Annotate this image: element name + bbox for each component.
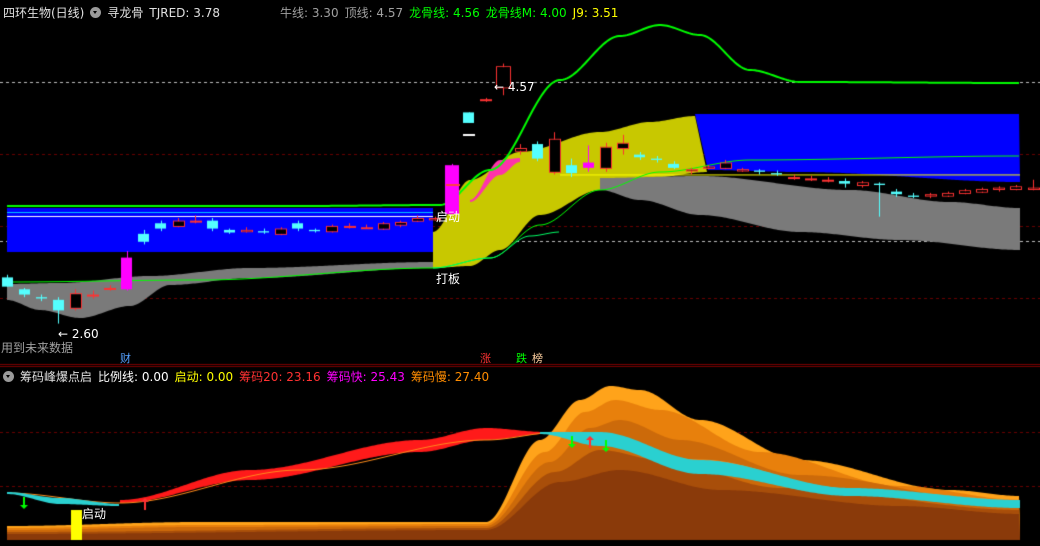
j9-value: J9: 3.51 — [572, 6, 619, 20]
limit-down-tag[interactable]: 跌 — [514, 352, 529, 365]
low-price-label: ← 2.60 — [58, 327, 99, 341]
ranking-tag[interactable]: 榜 — [530, 352, 545, 365]
niuxian-value: 牛线: 3.30 — [280, 6, 339, 20]
tjred-value: TJRED: 3.78 — [149, 6, 220, 20]
bili-value: 比例线: 0.00 — [98, 370, 169, 384]
stock-title[interactable]: 四环生物(日线) — [3, 6, 84, 20]
longgu-m-value: 龙骨线M: 4.00 — [485, 6, 567, 20]
daban-label: 打板 — [436, 272, 461, 286]
settings-dropdown-icon[interactable] — [90, 7, 102, 18]
high-price-value: 4.57 — [507, 80, 535, 94]
indicator-name[interactable]: 寻龙骨 — [107, 6, 143, 20]
dingxian-value: 顶线: 4.57 — [344, 6, 404, 20]
chouma-fast-value: 筹码快: 25.43 — [326, 370, 405, 384]
finance-tag[interactable]: 财 — [118, 352, 133, 365]
sub-settings-dropdown-icon[interactable] — [3, 371, 14, 382]
sub-chart-header: 筹码峰爆点启 比例线: 0.00 启动: 0.00 筹码20: 23.16 筹码快: 2… — [3, 368, 495, 386]
qidong-label: 启动 — [436, 210, 461, 224]
sub-qidong-label: 启动 — [82, 507, 107, 521]
sub-qidong-value: 启动: 0.00 — [174, 370, 234, 384]
future-data-note: 用到未来数据 — [1, 341, 74, 355]
chouma20-value: 筹码20: 23.16 — [239, 370, 321, 384]
limit-up-tag[interactable]: 涨 — [478, 352, 493, 365]
high-price-label: ← 4.57 — [494, 80, 535, 94]
sub-indicator-name[interactable]: 筹码峰爆点启 — [20, 370, 92, 384]
longgu-value: 龙骨线: 4.56 — [409, 6, 480, 20]
chouma-slow-value: 筹码慢: 27.40 — [410, 370, 490, 384]
main-chart-header: 四环生物(日线) 寻龙骨 TJRED: 3.78 牛线: 3.30 顶线: 4.57 龙骨… — [3, 4, 624, 22]
low-price-value: 2.60 — [71, 327, 99, 341]
